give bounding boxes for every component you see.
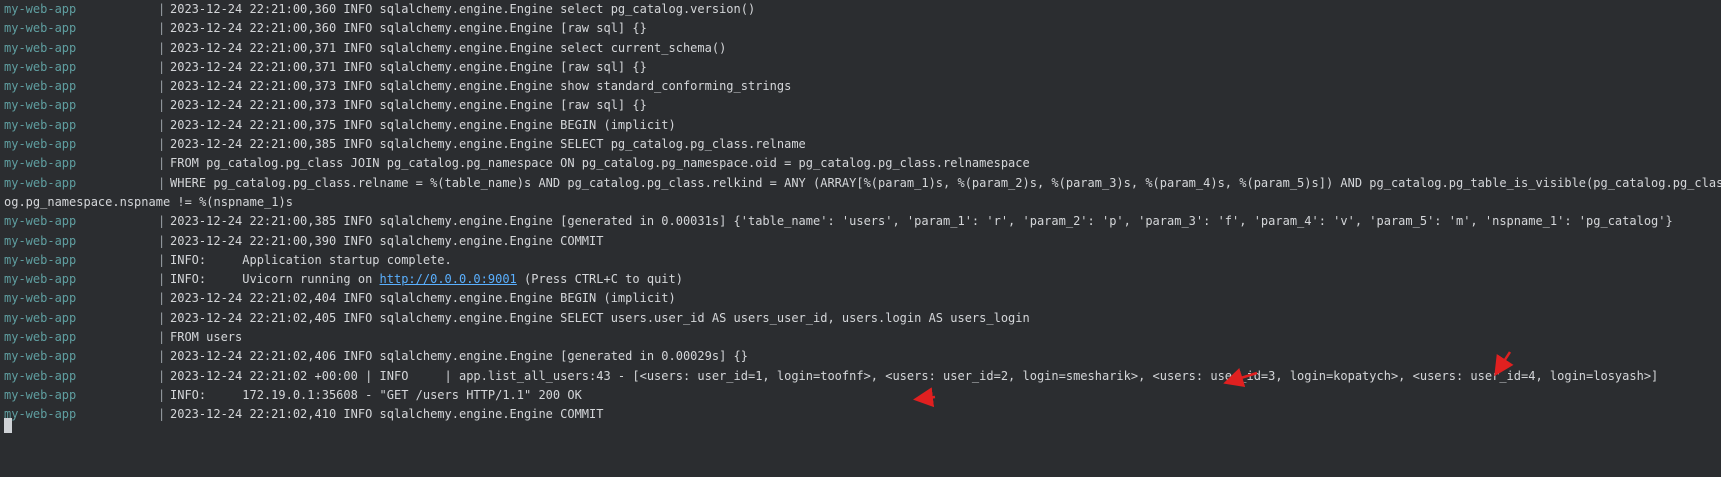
terminal-output[interactable]: my-web-app | 2023-12-24 22:21:00,360 INFO … (0, 0, 1721, 477)
annotation-layer (913, 351, 1514, 408)
red-arrow-icon (913, 387, 936, 408)
red-arrow-icon (1223, 368, 1258, 388)
red-arrow-icon (1494, 351, 1514, 377)
